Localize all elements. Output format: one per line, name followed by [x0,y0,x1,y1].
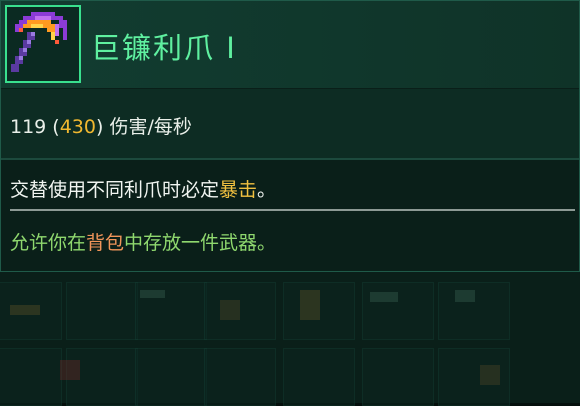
perk-end: 中存放一件武器。 [124,232,277,254]
crit-keyword: 暴击 [219,179,258,201]
background-inventory [0,270,580,406]
tooltip-header: 巨镰利爪 I [1,1,579,88]
backpack-keyword: 背包 [86,232,125,254]
item-description: 交替使用不同利爪时必定暴击。 [10,175,276,202]
description-divider [10,209,575,211]
item-icon-frame[interactable] [5,5,81,83]
item-name: 巨镰利爪 I [91,31,237,65]
section-divider [1,158,579,160]
background-weapon-icons [10,290,500,385]
item-tooltip: 巨镰利爪 I 119 (430) 伤害/每秒 交替使用不同利爪时必定暴击。 允许… [0,0,580,272]
description-text: 交替使用不同利爪时必定 [10,179,220,201]
scythe-claw-icon [11,12,67,72]
open-paren: ( [46,116,60,138]
damage-unit: 伤害/每秒 [103,116,192,138]
item-perk: 允许你在背包中存放一件武器。 [10,228,276,255]
description-end: 。 [257,179,277,201]
base-damage: 119 [10,116,47,138]
perk-text: 允许你在 [10,232,87,254]
crit-damage: 430 [59,116,96,138]
damage-stat: 119 (430) 伤害/每秒 [10,112,192,139]
